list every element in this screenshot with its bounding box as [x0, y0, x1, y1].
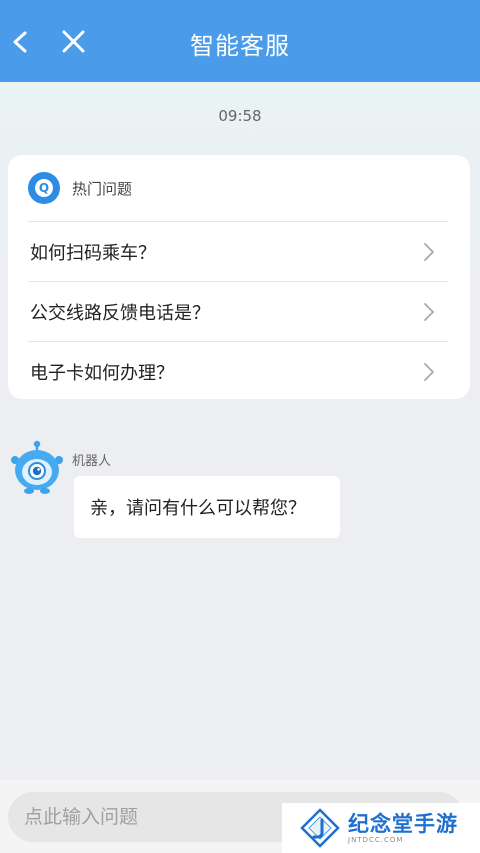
- chevron-right-icon: [424, 303, 434, 321]
- hot-question-label: 如何扫码乘车？: [30, 242, 156, 264]
- bot-message-bubble: 亲，请问有什么可以帮您？: [74, 476, 340, 538]
- brand-logo-icon: [300, 808, 340, 848]
- bot-sender-name: 机器人: [72, 454, 112, 469]
- hot-question-item[interactable]: 公交线路反馈电话是？: [28, 281, 448, 341]
- chevron-right-icon: [424, 363, 434, 381]
- hot-questions-list: 如何扫码乘车？ 公交线路反馈电话是？ 电子卡如何办理？: [28, 221, 448, 401]
- watermark-sub: JNTDCC.COM: [348, 835, 404, 844]
- hot-questions-card: Q 热门问题 如何扫码乘车？ 公交线路反馈电话是？ 电子卡如何办理？: [8, 155, 470, 399]
- hot-question-item[interactable]: 如何扫码乘车？: [28, 221, 448, 281]
- message-timestamp: 09:58: [218, 107, 262, 125]
- hot-question-item[interactable]: 电子卡如何办理？: [28, 341, 448, 401]
- app-header: 智能客服: [0, 0, 480, 82]
- bot-message-text: 亲，请问有什么可以帮您？: [90, 498, 306, 519]
- page-title: 智能客服: [190, 32, 290, 60]
- hot-questions-title: 热门问题: [72, 179, 133, 198]
- hot-question-label: 公交线路反馈电话是？: [30, 302, 210, 324]
- watermark-logo: 纪念堂手游 JNTDCC.COM: [282, 803, 480, 853]
- robot-avatar-icon: [11, 440, 63, 494]
- hot-question-label: 电子卡如何办理？: [30, 362, 174, 384]
- q-badge-icon: Q: [28, 172, 60, 204]
- watermark-brand: 纪念堂手游: [348, 811, 458, 836]
- hot-questions-header: Q 热门问题: [28, 171, 132, 205]
- chevron-right-icon: [424, 243, 434, 261]
